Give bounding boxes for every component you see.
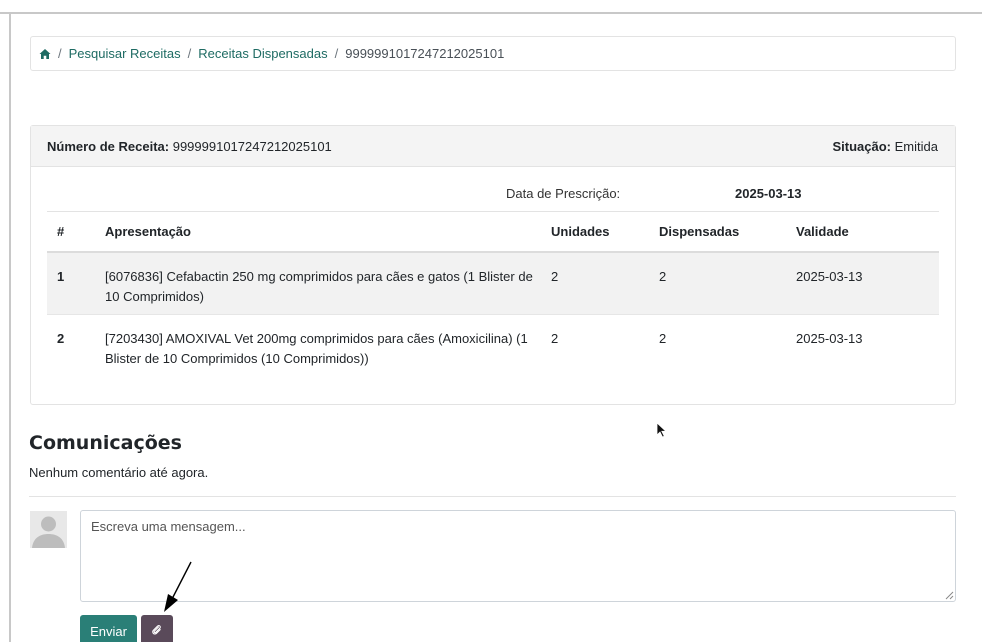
column-header-presentation: Apresentação: [105, 212, 551, 253]
table-row: 2 [7203430] AMOXIVAL Vet 200mg comprimid…: [47, 314, 939, 376]
column-header-units: Unidades: [551, 212, 659, 253]
row-validity: 2025-03-13: [796, 330, 863, 346]
message-input[interactable]: [80, 510, 956, 602]
row-number: 1: [47, 252, 105, 315]
prescription-status-label: Situação:: [832, 138, 892, 154]
paperclip-icon: [152, 625, 161, 635]
avatar: [30, 511, 67, 548]
row-number: 2: [57, 330, 65, 346]
row-presentation: [6076836] Cefabactin 250 mg comprimidos …: [105, 252, 551, 315]
attach-button[interactable]: [141, 615, 173, 642]
row-dispensed: 2: [659, 252, 796, 315]
medication-table: # Apresentação Unidades Dispensadas Vali…: [47, 212, 939, 376]
communications-divider: [29, 496, 956, 497]
breadcrumb-separator: /: [58, 46, 62, 61]
breadcrumb-dispensed-prescriptions[interactable]: Receitas Dispensadas: [198, 46, 327, 61]
communications-empty-text: Nenhum comentário até agora.: [29, 465, 209, 480]
column-header-validity: Validade: [796, 212, 939, 253]
breadcrumb-current: 9999991017247212025101: [345, 46, 505, 61]
prescription-card: Número de Receita: 999999101724721202510…: [30, 125, 956, 405]
row-validity: 2025-03-13: [796, 252, 939, 315]
prescription-number-value: 9999991017247212025101: [172, 138, 332, 154]
prescription-card-header: Número de Receita: 999999101724721202510…: [31, 126, 955, 167]
send-button[interactable]: Enviar: [80, 615, 137, 642]
prescription-number-label: Número de Receita:: [47, 138, 170, 154]
prescription-date-row: Data de Prescrição: 2025-03-13: [47, 184, 939, 212]
row-presentation: [7203430] AMOXIVAL Vet 200mg comprimidos…: [105, 330, 528, 366]
table-row: 1 [6076836] Cefabactin 250 mg comprimido…: [47, 252, 939, 315]
table-header-row: # Apresentação Unidades Dispensadas Vali…: [47, 212, 939, 253]
prescription-date-label: Data de Prescrição:: [506, 186, 621, 201]
prescription-number: Número de Receita: 999999101724721202510…: [47, 139, 332, 154]
column-header-dispensed: Dispensadas: [659, 212, 796, 253]
user-avatar-icon: [32, 516, 65, 548]
prescription-date-value: 2025-03-13: [735, 186, 802, 201]
breadcrumb-search-prescriptions[interactable]: Pesquisar Receitas: [69, 46, 181, 61]
row-dispensed: 2: [659, 330, 667, 346]
mouse-cursor-icon: [656, 422, 667, 438]
row-units: 2: [551, 330, 559, 346]
communications-title: Comunicações: [29, 432, 182, 454]
prescription-status-value: Emitida: [894, 138, 938, 154]
breadcrumb: / Pesquisar Receitas / Receitas Dispensa…: [30, 36, 956, 71]
breadcrumb-separator: /: [334, 46, 339, 61]
window-left-border: [9, 12, 11, 642]
prescription-status: Situação: Emitida: [833, 139, 939, 154]
window-top-border: [0, 12, 982, 14]
breadcrumb-separator: /: [187, 46, 192, 61]
annotation-arrow-icon: [164, 561, 192, 612]
resize-grip-icon[interactable]: [945, 591, 954, 600]
column-header-number: #: [47, 212, 105, 253]
row-units: 2: [551, 252, 659, 315]
home-icon[interactable]: [39, 48, 51, 60]
